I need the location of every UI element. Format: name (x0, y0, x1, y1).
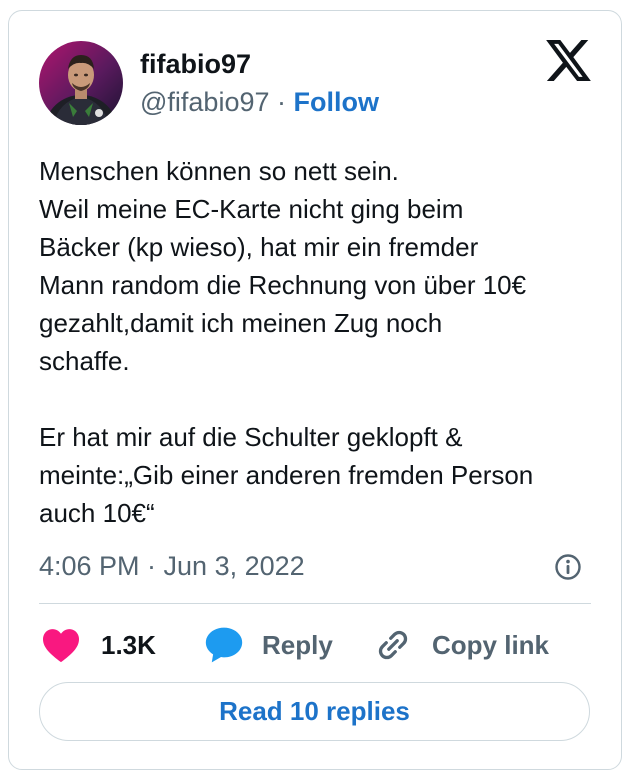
avatar-photo (39, 41, 123, 125)
speech-bubble-icon (205, 627, 243, 663)
copy-link-button[interactable]: Copy link (375, 623, 549, 667)
tweet-text: Menschen können so nett sein. Weil meine… (39, 156, 534, 528)
link-icon (378, 630, 408, 660)
handle-separator: · (277, 87, 287, 117)
tweet-card: fifabio97 @fifabio97 · Follow Menschen k… (8, 10, 622, 770)
author-display-name[interactable]: fifabio97 (140, 48, 251, 80)
like-count: 1.3K (101, 630, 156, 660)
like-button[interactable]: 1.3K (41, 623, 156, 667)
heart-icon (43, 629, 79, 663)
reply-label: Reply (262, 630, 333, 660)
divider (39, 603, 591, 604)
author-handle[interactable]: @fifabio97 (140, 87, 270, 117)
follow-link[interactable]: Follow (294, 87, 379, 117)
avatar[interactable] (39, 41, 123, 125)
tweet-timestamp[interactable]: 4:06 PM · Jun 3, 2022 (39, 550, 305, 582)
info-icon[interactable] (554, 553, 582, 581)
author-handle-row: @fifabio97 · Follow (140, 86, 379, 118)
copy-link-label: Copy link (432, 630, 550, 660)
read-replies-button[interactable]: Read 10 replies (39, 682, 590, 741)
x-logo-icon[interactable] (546, 40, 591, 81)
reply-button[interactable]: Reply (204, 623, 333, 667)
